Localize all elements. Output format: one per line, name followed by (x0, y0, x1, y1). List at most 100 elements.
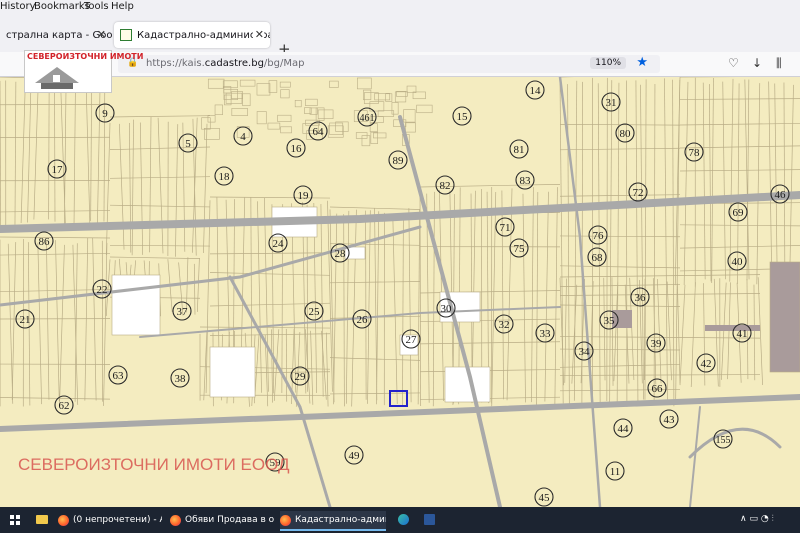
parcel-number-label[interactable]: 5 (178, 133, 198, 153)
menu-help[interactable]: Help (111, 1, 134, 12)
tab-google-maps[interactable]: стрална карта - Google Тъ ✕ (0, 22, 112, 48)
cadastre-map[interactable]: 9 5 4 64 461 15 14 31 80 17 18 16 19 89 81 83 82 78 72 86 24… (0, 77, 800, 507)
svg-text:15: 15 (457, 111, 469, 123)
library-icon[interactable]: ⫼ (776, 56, 782, 71)
parcel-number-label[interactable]: 32 (494, 314, 514, 334)
svg-text:32: 32 (499, 319, 510, 331)
svg-text:44: 44 (618, 423, 630, 435)
parcel-number-label[interactable]: 68 (587, 247, 607, 267)
parcel-number-label[interactable]: 82 (435, 175, 455, 195)
parcel-number-label[interactable]: 26 (352, 309, 372, 329)
svg-text:46: 46 (775, 189, 787, 201)
downloads-icon[interactable]: ↓ (752, 56, 762, 70)
svg-text:33: 33 (540, 328, 552, 340)
menu-bookmarks[interactable]: Bookmarks (34, 1, 90, 12)
parcel-number-label[interactable]: 49 (344, 445, 364, 465)
taskbar-label: Кадастрално-админ... (295, 515, 386, 525)
parcel-number-label[interactable]: 78 (684, 142, 704, 162)
svg-text:17: 17 (52, 164, 64, 176)
svg-text:89: 89 (393, 155, 405, 167)
parcel-number-label[interactable]: 42 (696, 353, 716, 373)
map-canvas[interactable]: 954 64461 151431801718161989818382787286 24… (0, 77, 800, 507)
parcel-number-label[interactable]: 86 (34, 231, 54, 251)
svg-text:31: 31 (606, 97, 617, 109)
parcel-number-label[interactable]: 45 (534, 487, 554, 507)
svg-text:16: 16 (291, 143, 303, 155)
svg-text:21: 21 (20, 314, 31, 326)
taskbar-firefox-1[interactable]: (0 непрочетени) - АБ... (58, 511, 162, 529)
zoom-level[interactable]: 110% (590, 57, 626, 69)
parcel-number-label[interactable]: 14 (525, 80, 545, 100)
parcel-number-label[interactable]: 63 (108, 365, 128, 385)
parcel-number-label[interactable]: 19 (293, 185, 313, 205)
bookmark-star-icon[interactable]: ★ (636, 55, 648, 70)
parcel-number-label[interactable]: 15 (452, 106, 472, 126)
firefox-icon (58, 514, 69, 526)
parcel-number-label[interactable]: 38 (170, 368, 190, 388)
svg-text:22: 22 (97, 284, 108, 296)
svg-text:45: 45 (539, 492, 551, 504)
svg-text:4: 4 (240, 131, 246, 143)
svg-text:37: 37 (177, 306, 189, 318)
svg-text:19: 19 (298, 190, 310, 202)
parcel-number-label[interactable]: 33 (535, 323, 555, 343)
menu-tools[interactable]: Tools (84, 1, 109, 12)
svg-text:27: 27 (406, 334, 418, 346)
parcel-number-label[interactable]: 81 (509, 139, 529, 159)
parcel-number-label[interactable]: 40 (727, 251, 747, 271)
svg-text:35: 35 (604, 315, 616, 327)
svg-text:18: 18 (219, 171, 231, 183)
start-icon[interactable] (10, 515, 20, 525)
close-icon[interactable]: ✕ (97, 28, 106, 41)
tab-cadastre[interactable]: Кадастрално-административ ✕ (114, 22, 270, 48)
taskbar: (0 непрочетени) - АБ... Обяви Продава в … (0, 507, 800, 533)
parcel-number-label[interactable]: 11 (605, 461, 625, 481)
svg-text:72: 72 (633, 187, 644, 199)
parcel-number-label[interactable]: 39 (646, 333, 666, 353)
parcel-number-label[interactable]: 18 (214, 166, 234, 186)
parcel-number-label[interactable]: 89 (388, 150, 408, 170)
firefox-icon (170, 514, 181, 526)
folder-icon[interactable] (36, 515, 48, 524)
address-bar[interactable]: 🔒 https://kais.cadastre.bg/bg/Map 110% ★ (118, 55, 660, 73)
parcel-number-label[interactable]: 76 (588, 225, 608, 245)
svg-text:29: 29 (295, 371, 307, 383)
parcel-number-label[interactable]: 16 (286, 138, 306, 158)
svg-text:78: 78 (689, 147, 701, 159)
parcel-number-label[interactable]: 72 (628, 182, 648, 202)
svg-text:82: 82 (440, 180, 451, 192)
svg-text:36: 36 (635, 292, 647, 304)
parcel-number-label[interactable]: 29 (290, 366, 310, 386)
menu-history[interactable]: History (0, 1, 36, 12)
parcel-number-label[interactable]: 43 (659, 409, 679, 429)
parcel-number-label[interactable]: 31 (601, 92, 621, 112)
pocket-icon[interactable]: ♡ (728, 56, 739, 70)
parcel-number-label[interactable]: 34 (574, 341, 594, 361)
parcel-number-label[interactable]: 66 (647, 378, 667, 398)
svg-text:86: 86 (39, 236, 51, 248)
company-logo: СЕВЕРОИЗТОЧНИ ИМОТИ (24, 50, 143, 93)
tray-icons[interactable]: ∧ ▭ ◔ ⫶ (740, 514, 774, 524)
parcel-number-label[interactable]: 44 (613, 418, 633, 438)
parcel-number-label[interactable]: 64 (308, 121, 328, 141)
taskbar-firefox-3[interactable]: Кадастрално-админ... (280, 511, 386, 531)
parcel-number-label[interactable]: 25 (304, 301, 324, 321)
tab-label: Кадастрално-административ (137, 29, 270, 41)
edge-icon[interactable] (398, 514, 409, 525)
svg-text:62: 62 (59, 400, 70, 412)
svg-text:69: 69 (733, 207, 745, 219)
taskbar-firefox-2[interactable]: Обяви Продава в об... (170, 511, 274, 529)
parcel-number-label[interactable]: 80 (615, 123, 635, 143)
svg-text:76: 76 (593, 230, 605, 242)
menu-bar: History Bookmarks Tools Help (0, 0, 800, 16)
taskbar-label: (0 непрочетени) - АБ... (73, 515, 162, 525)
url-text[interactable]: https://kais.cadastre.bg/bg/Map (146, 58, 304, 69)
house-icon (35, 67, 79, 89)
svg-text:64: 64 (313, 126, 325, 138)
svg-text:26: 26 (357, 314, 369, 326)
parcel-number-label[interactable]: 75 (509, 238, 529, 258)
svg-text:11: 11 (610, 466, 621, 478)
word-icon[interactable] (424, 514, 435, 525)
parcel-number-label[interactable]: 83 (515, 170, 535, 190)
close-icon[interactable]: ✕ (252, 28, 264, 41)
